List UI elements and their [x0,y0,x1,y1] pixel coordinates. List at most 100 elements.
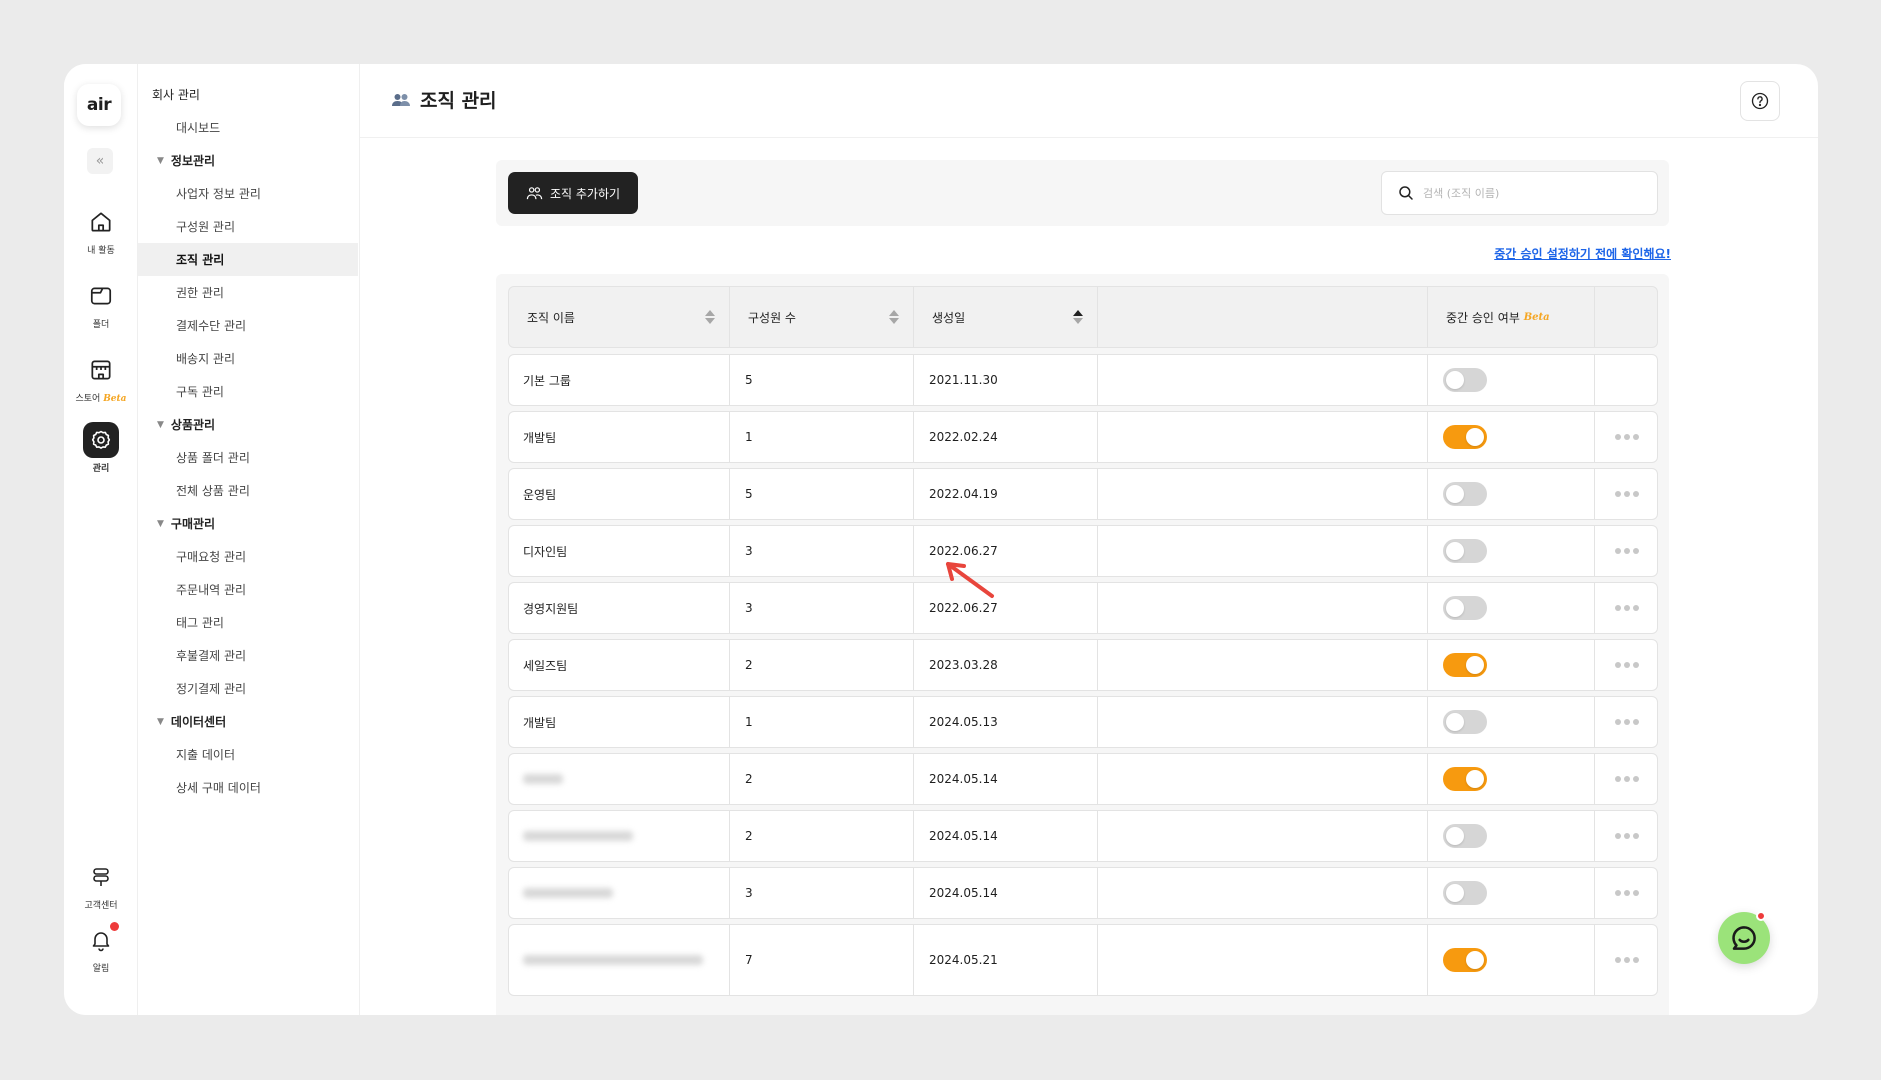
more-options-icon[interactable] [1615,605,1639,611]
menu-item-product-folders[interactable]: 상품 폴더 관리 [138,441,358,474]
more-options-icon[interactable] [1615,833,1639,839]
cell-org-name [509,868,730,918]
menu-item-organizations[interactable]: 조직 관리 [138,243,358,276]
column-header-label: 생성일 [932,310,966,325]
table-row[interactable]: 2 2024.05.14 [508,753,1658,805]
more-options-icon[interactable] [1615,957,1639,963]
approval-toggle[interactable] [1443,482,1487,506]
approval-toggle[interactable] [1443,425,1487,449]
column-header-created[interactable]: 생성일 [914,287,1098,347]
column-header-name[interactable]: 조직 이름 [509,287,730,347]
menu-item-orders[interactable]: 주문내역 관리 [138,573,358,606]
rail-item-store[interactable]: 스토어 Beta [64,352,138,404]
menu-item-payment-methods[interactable]: 결제수단 관리 [138,309,358,342]
cell-member-count: 2 [730,811,914,861]
organizations-table: 조직 이름 구성원 수 생성일 중간 승인 여부 Beta 기본 그룹 5 2021… [496,274,1669,1015]
rail-item-folder[interactable]: 폴더 [64,278,138,330]
approval-toggle[interactable] [1443,653,1487,677]
table-row[interactable]: 경영지원팀 3 2022.06.27 [508,582,1658,634]
people-icon [392,93,410,107]
approval-toggle[interactable] [1443,948,1487,972]
column-header-members[interactable]: 구성원 수 [730,287,914,347]
caret-down-icon: ▼ [157,518,164,529]
approval-toggle[interactable] [1443,710,1487,734]
table-row[interactable]: 기본 그룹 5 2021.11.30 [508,354,1658,406]
add-organization-button[interactable]: 조직 추가하기 [508,172,638,214]
menu-item-permissions[interactable]: 권한 관리 [138,276,358,309]
rail-item-notifications[interactable]: 알림 [64,922,138,974]
menu-group-data-center[interactable]: ▼ 데이터센터 [138,705,358,738]
cell-actions [1595,469,1659,519]
cell-approval [1428,583,1595,633]
cell-spacer [1098,526,1428,576]
menu-item-business-info[interactable]: 사업자 정보 관리 [138,177,358,210]
cell-org-name: 운영팀 [509,469,730,519]
cell-created-date: 2023.03.28 [914,640,1098,690]
more-options-icon[interactable] [1615,890,1639,896]
cell-member-count: 5 [730,355,914,405]
folder-icon [83,278,119,314]
menu-item-purchase-requests[interactable]: 구매요청 관리 [138,540,358,573]
table-row[interactable]: 개발팀 1 2022.02.24 [508,411,1658,463]
caret-down-icon: ▼ [157,419,164,430]
table-row[interactable]: 2 2024.05.14 [508,810,1658,862]
search-box[interactable] [1381,171,1658,215]
table-row[interactable]: 개발팀 1 2024.05.13 [508,696,1658,748]
cell-approval [1428,640,1595,690]
menu-item-members[interactable]: 구성원 관리 [138,210,358,243]
menu-item-spending-data[interactable]: 지출 데이터 [138,738,358,771]
menu-item-dashboard[interactable]: 대시보드 [138,111,358,144]
approval-toggle[interactable] [1443,539,1487,563]
sort-icon [889,310,899,324]
help-button[interactable] [1740,81,1780,121]
rail-item-manage[interactable]: 관리 [64,422,138,474]
cell-spacer [1098,583,1428,633]
approval-guide-link[interactable]: 중간 승인 설정하기 전에 확인해요! [1494,245,1671,262]
approval-toggle[interactable] [1443,767,1487,791]
menu-item-deferred-payments[interactable]: 후불결제 관리 [138,639,358,672]
beta-badge: Beta [1523,311,1550,323]
rail-item-support[interactable]: 고객센터 [64,859,138,911]
approval-toggle[interactable] [1443,824,1487,848]
table-row[interactable]: 디자인팀 3 2022.06.27 [508,525,1658,577]
search-icon [1399,186,1413,200]
more-options-icon[interactable] [1615,434,1639,440]
table-row[interactable]: 3 2024.05.14 [508,867,1658,919]
menu-item-subscription[interactable]: 구독 관리 [138,375,358,408]
collapse-sidebar-button[interactable]: « [87,148,113,174]
menu-item-tags[interactable]: 태그 관리 [138,606,358,639]
page-title-text: 조직 관리 [420,90,497,112]
approval-toggle[interactable] [1443,368,1487,392]
menu-item-purchase-data[interactable]: 상세 구매 데이터 [138,771,358,804]
more-options-icon[interactable] [1615,719,1639,725]
cell-spacer [1098,868,1428,918]
approval-toggle[interactable] [1443,881,1487,905]
more-options-icon[interactable] [1615,662,1639,668]
table-row[interactable]: 7 2024.05.21 [508,924,1658,996]
cell-spacer [1098,697,1428,747]
search-input[interactable] [1423,186,1643,200]
menu-group-products[interactable]: ▼ 상품관리 [138,408,358,441]
more-options-icon[interactable] [1615,548,1639,554]
table-row[interactable]: 세일즈팀 2 2023.03.28 [508,639,1658,691]
app-logo[interactable]: air [77,84,121,126]
caret-down-icon: ▼ [157,155,164,166]
column-header-label: 구성원 수 [748,310,796,325]
app-window: air « 내 활동 폴더 스토어 Beta 관리 고객센터 알림 회사 관리 … [64,64,1818,1015]
table-row[interactable]: 운영팀 5 2022.04.19 [508,468,1658,520]
menu-group-info[interactable]: ▼ 정보관리 [138,144,358,177]
cell-created-date: 2024.05.14 [914,868,1098,918]
signpost-icon [83,859,119,895]
org-name-text: 개발팀 [523,715,557,730]
cell-approval [1428,469,1595,519]
approval-toggle[interactable] [1443,596,1487,620]
menu-group-purchases[interactable]: ▼ 구매관리 [138,507,358,540]
menu-item-shipping[interactable]: 배송지 관리 [138,342,358,375]
more-options-icon[interactable] [1615,491,1639,497]
question-icon [1751,92,1769,110]
menu-item-all-products[interactable]: 전체 상품 관리 [138,474,358,507]
more-options-icon[interactable] [1615,776,1639,782]
rail-item-my-activity[interactable]: 내 활동 [64,204,138,256]
menu-item-recurring-payments[interactable]: 정기결제 관리 [138,672,358,705]
cell-created-date: 2024.05.14 [914,754,1098,804]
